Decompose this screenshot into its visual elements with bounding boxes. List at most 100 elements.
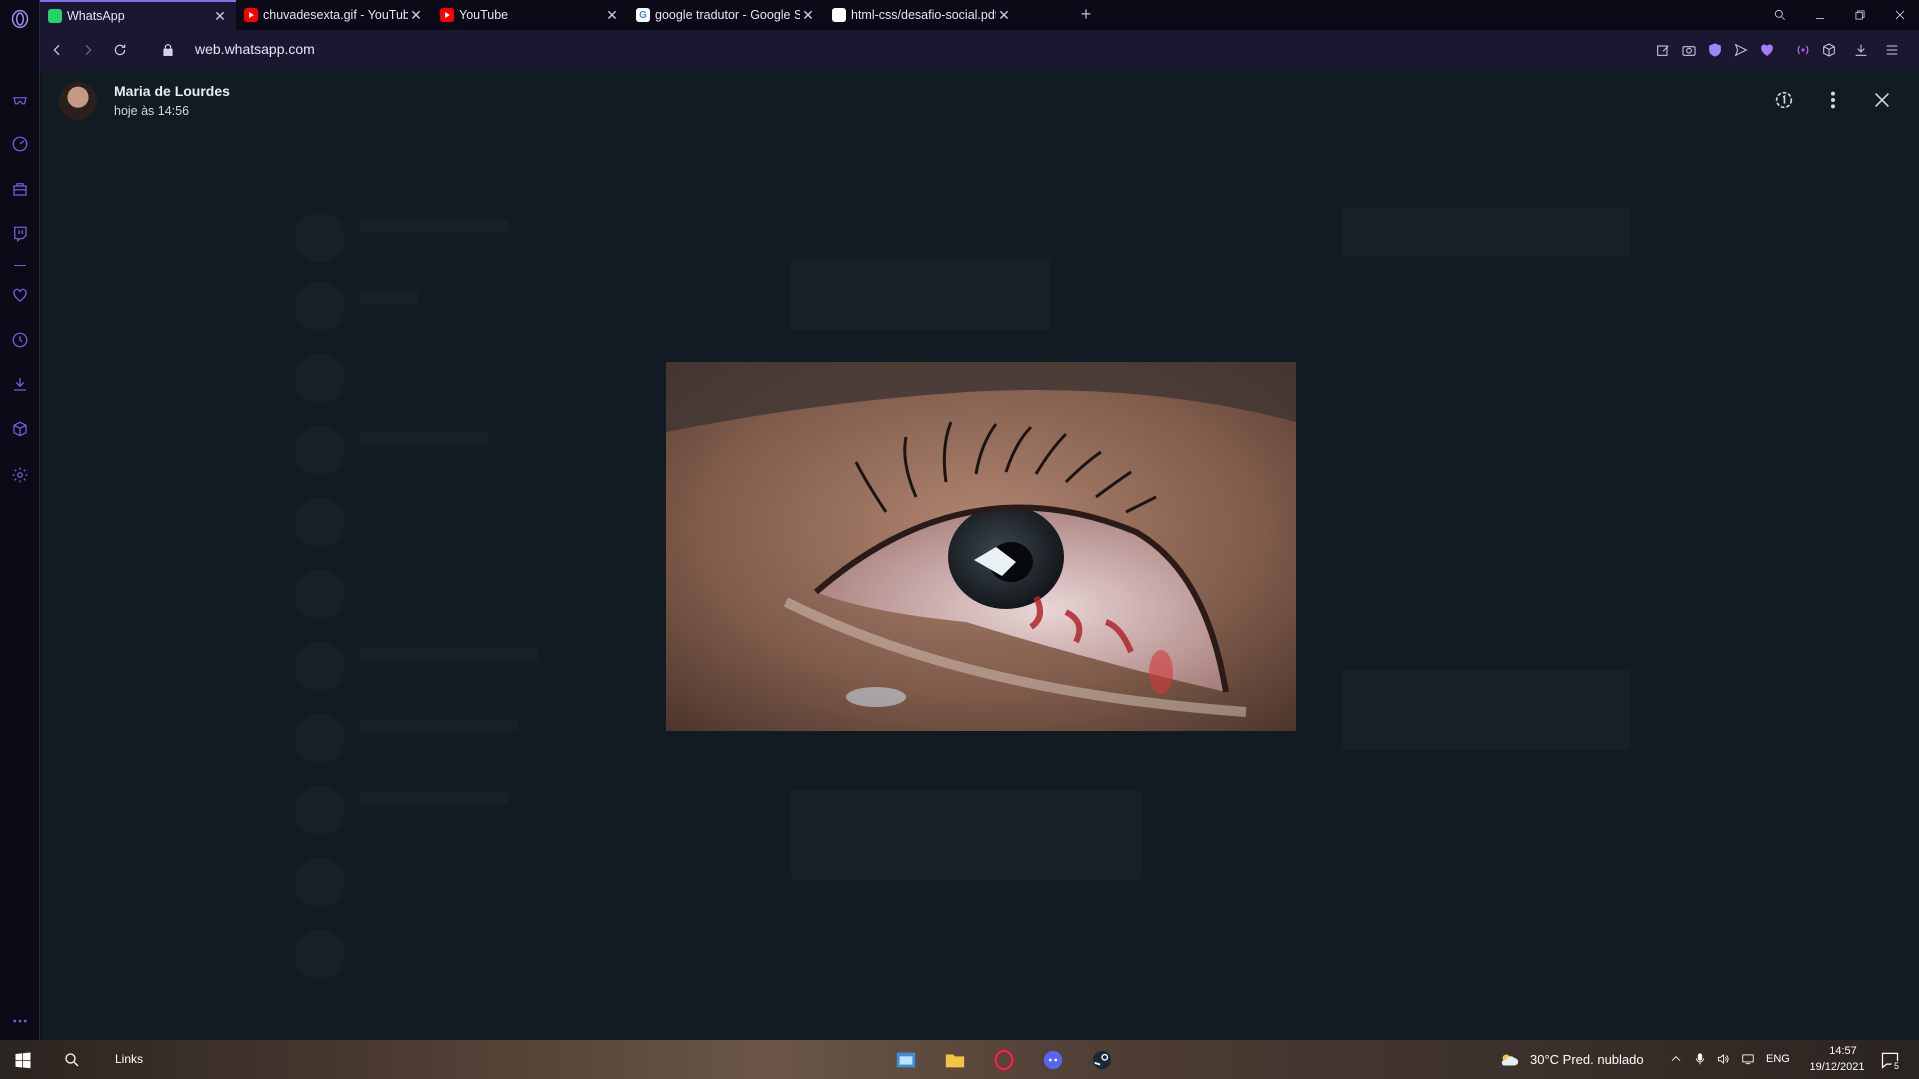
media-photo — [666, 362, 1296, 731]
new-tab-button[interactable]: + — [1076, 4, 1096, 24]
url-text: web.whatsapp.com — [195, 41, 315, 57]
ghost-bubble — [1341, 670, 1631, 750]
ghost-bubble — [791, 260, 1051, 330]
back-button[interactable] — [47, 40, 67, 60]
box-icon[interactable] — [1820, 41, 1838, 59]
tab-whatsapp[interactable]: WhatsApp ✕ — [40, 0, 236, 30]
twitch-icon[interactable] — [9, 223, 31, 245]
opera-gx-icon[interactable] — [992, 1048, 1016, 1072]
minimize-button[interactable] — [1808, 4, 1832, 26]
tab-title: html-css/desafio-social.pdf — [851, 8, 996, 22]
tab-title: WhatsApp — [67, 9, 125, 23]
reload-button[interactable] — [110, 40, 130, 60]
gx-speed-icon[interactable] — [9, 133, 31, 155]
notification-center-icon[interactable]: 5 — [1878, 1048, 1902, 1072]
tab-github-pdf[interactable]: html-css/desafio-social.pdf ✕ — [824, 0, 1020, 30]
clock-date[interactable]: 19/12/2021 — [1802, 1061, 1872, 1073]
download-icon[interactable] — [1852, 41, 1870, 59]
opera-menu-icon[interactable] — [9, 8, 31, 30]
search-tabs-icon[interactable] — [1768, 4, 1792, 26]
lock-icon[interactable] — [158, 40, 178, 60]
ghost-line — [359, 432, 489, 444]
notification-count: 5 — [1891, 1061, 1902, 1072]
ghost-avatar — [295, 786, 345, 836]
close-tab-icon[interactable]: ✕ — [212, 8, 228, 24]
message-timestamp: hoje às 14:56 — [114, 104, 190, 118]
address-bar: web.whatsapp.com — [40, 30, 1919, 70]
close-tab-icon[interactable]: ✕ — [800, 7, 816, 23]
send-icon[interactable] — [1732, 41, 1750, 59]
avatar[interactable] — [59, 82, 97, 120]
file-manager-icon[interactable] — [894, 1048, 918, 1072]
input-language[interactable]: ENG — [1766, 1053, 1790, 1065]
opera-sidebar — [0, 0, 40, 1040]
ghost-line — [359, 720, 519, 732]
windows-start-icon[interactable] — [11, 1048, 35, 1072]
close-tab-icon[interactable]: ✕ — [408, 7, 424, 23]
youtube-icon — [244, 8, 258, 22]
eye-photo-image — [666, 362, 1296, 731]
url-field[interactable]: web.whatsapp.com — [195, 41, 315, 57]
downloads-icon[interactable] — [9, 373, 31, 395]
edit-screenshot-icon[interactable] — [1654, 41, 1672, 59]
ghost-avatar — [295, 570, 345, 620]
clock-time[interactable]: 14:57 — [1818, 1045, 1868, 1057]
easy-setup-menu-icon[interactable] — [1883, 41, 1901, 59]
ghost-line — [359, 220, 509, 232]
tab-title: chuvadesexta.gif - YouTube — [263, 8, 408, 22]
history-icon[interactable] — [9, 329, 31, 351]
ghost-avatar — [295, 282, 345, 332]
tab-title: google tradutor - Google S — [655, 8, 800, 22]
volume-icon[interactable] — [1715, 1051, 1731, 1067]
network-icon[interactable] — [1740, 1051, 1756, 1067]
discord-icon[interactable] — [1041, 1048, 1065, 1072]
ghost-avatar — [295, 930, 345, 980]
github-icon — [832, 8, 846, 22]
restore-button[interactable] — [1848, 4, 1872, 26]
gx-corner-icon[interactable] — [9, 178, 31, 200]
contact-name[interactable]: Maria de Lourdes — [114, 83, 230, 99]
settings-gear-icon[interactable] — [9, 464, 31, 486]
steam-icon[interactable] — [1090, 1048, 1114, 1072]
close-window-button[interactable] — [1888, 4, 1912, 26]
sidebar-divider — [14, 265, 26, 266]
whatsapp-icon — [48, 9, 62, 23]
weather-text[interactable]: 30°C Pred. nublado — [1530, 1052, 1644, 1067]
close-viewer-icon[interactable] — [1870, 88, 1894, 112]
ghost-avatar — [295, 426, 345, 476]
more-options-icon[interactable] — [9, 1010, 31, 1032]
tab-google-tradutor[interactable]: G google tradutor - Google S ✕ — [628, 0, 824, 30]
tab-bar: WhatsApp ✕ chuvadesexta.gif - YouTube ✕ … — [40, 0, 1919, 30]
close-tab-icon[interactable]: ✕ — [604, 7, 620, 23]
ghost-avatar — [295, 714, 345, 764]
file-explorer-icon[interactable] — [943, 1048, 967, 1072]
search-icon[interactable] — [60, 1048, 84, 1072]
extensions-icon[interactable] — [9, 418, 31, 440]
player-icon[interactable] — [1794, 41, 1812, 59]
weather-cloud-icon[interactable] — [1497, 1048, 1521, 1072]
links-toolbar-label[interactable]: Links — [115, 1052, 143, 1066]
ghost-line — [359, 648, 539, 660]
menu-dots-icon[interactable] — [1821, 88, 1845, 112]
ghost-line — [359, 792, 509, 804]
media-viewer-header: Maria de Lourdes hoje às 14:56 — [41, 70, 1919, 130]
heart-filled-icon[interactable] — [1758, 41, 1776, 59]
close-tab-icon[interactable]: ✕ — [996, 7, 1012, 23]
ghost-avatar — [295, 212, 345, 262]
ghost-bubble — [791, 790, 1141, 880]
ghost-line — [359, 292, 419, 304]
gx-control-icon[interactable] — [9, 89, 31, 111]
vpn-shield-icon[interactable] — [1706, 41, 1724, 59]
youtube-icon — [440, 8, 454, 22]
camera-icon[interactable] — [1680, 41, 1698, 59]
microphone-icon[interactable] — [1692, 1051, 1708, 1067]
tab-youtube[interactable]: YouTube ✕ — [432, 0, 628, 30]
ghost-avatar — [295, 858, 345, 908]
google-icon: G — [636, 8, 650, 22]
tab-title: YouTube — [459, 8, 509, 22]
heart-icon[interactable] — [9, 284, 31, 306]
forward-button[interactable] — [78, 40, 98, 60]
view-once-icon[interactable] — [1772, 88, 1796, 112]
tab-youtube-chuva[interactable]: chuvadesexta.gif - YouTube ✕ — [236, 0, 432, 30]
chevron-up-icon[interactable] — [1668, 1051, 1684, 1067]
